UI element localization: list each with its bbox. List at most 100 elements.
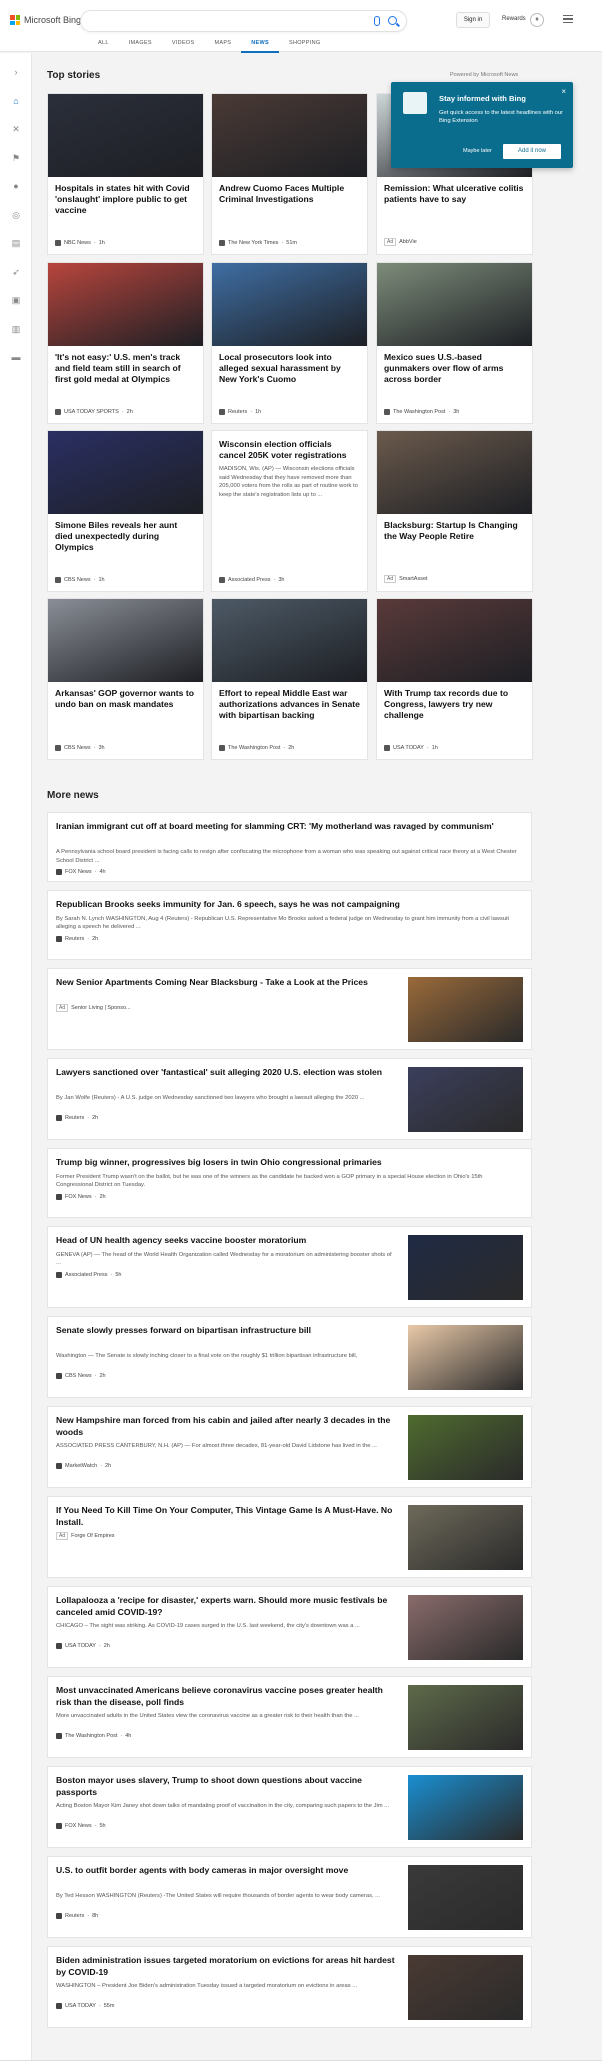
news-row[interactable]: Trump big winner, progressives big loser… bbox=[47, 1148, 532, 1218]
news-thumbnail[interactable] bbox=[408, 1955, 523, 2020]
news-thumbnail[interactable] bbox=[408, 1775, 523, 1840]
news-thumbnail[interactable] bbox=[408, 1325, 523, 1390]
news-row[interactable]: Republican Brooks seeks immunity for Jan… bbox=[47, 890, 532, 960]
news-headline[interactable]: Senate slowly presses forward on biparti… bbox=[56, 1325, 396, 1337]
story-card[interactable]: Effort to repeal Middle East war authori… bbox=[211, 598, 368, 760]
story-headline[interactable]: Local prosecutors look into alleged sexu… bbox=[212, 346, 367, 399]
story-card[interactable]: Local prosecutors look into alleged sexu… bbox=[211, 262, 368, 424]
close-icon[interactable]: × bbox=[561, 87, 566, 96]
story-card[interactable]: Hospitals in states hit with Covid 'onsl… bbox=[47, 93, 204, 255]
tab-shopping[interactable]: SHOPPING bbox=[279, 40, 330, 53]
news-thumbnail[interactable] bbox=[408, 1415, 523, 1480]
menu-hamburger-icon[interactable] bbox=[563, 15, 573, 23]
tab-videos[interactable]: VIDEOS bbox=[162, 40, 205, 53]
story-card[interactable]: Simone Biles reveals her aunt died unexp… bbox=[47, 430, 204, 592]
search-icon[interactable] bbox=[388, 16, 397, 25]
film-icon[interactable]: ▣ bbox=[11, 295, 21, 305]
news-row[interactable]: Biden administration issues targeted mor… bbox=[47, 1946, 532, 2028]
news-headline[interactable]: Biden administration issues targeted mor… bbox=[56, 1955, 396, 1978]
story-card[interactable]: Andrew Cuomo Faces Multiple Criminal Inv… bbox=[211, 93, 368, 255]
news-thumbnail[interactable] bbox=[408, 1595, 523, 1660]
search-input[interactable] bbox=[80, 10, 407, 32]
story-card[interactable]: With Trump tax records due to Congress, … bbox=[376, 598, 533, 760]
story-headline[interactable]: Effort to repeal Middle East war authori… bbox=[212, 682, 367, 735]
news-thumbnail[interactable] bbox=[408, 1235, 523, 1300]
story-headline[interactable]: Blacksburg: Startup Is Changing the Way … bbox=[377, 514, 532, 567]
news-headline[interactable]: Head of UN health agency seeks vaccine b… bbox=[56, 1235, 396, 1247]
rewards-trophy-icon[interactable]: ♦ bbox=[530, 13, 544, 27]
story-headline[interactable]: Wisconsin election officials cancel 205K… bbox=[212, 431, 367, 461]
maybe-later-button[interactable]: Maybe later bbox=[463, 148, 492, 154]
tab-maps[interactable]: MAPS bbox=[204, 40, 241, 53]
news-row[interactable]: Lollapalooza a 'recipe for disaster,' ex… bbox=[47, 1586, 532, 1668]
chart-icon[interactable]: ▤ bbox=[11, 238, 21, 248]
news-thumbnail[interactable] bbox=[408, 1505, 523, 1570]
rewards-link[interactable]: Rewards bbox=[502, 16, 526, 22]
news-headline[interactable]: New Senior Apartments Coming Near Blacks… bbox=[56, 977, 396, 989]
story-image[interactable] bbox=[377, 599, 532, 682]
bank-icon[interactable]: ▥ bbox=[11, 324, 21, 334]
story-headline[interactable]: With Trump tax records due to Congress, … bbox=[377, 682, 532, 735]
story-card[interactable]: Arkansas' GOP governor wants to undo ban… bbox=[47, 598, 204, 760]
story-image[interactable] bbox=[48, 599, 203, 682]
story-image[interactable] bbox=[212, 94, 367, 177]
story-image[interactable] bbox=[48, 263, 203, 346]
story-image[interactable] bbox=[377, 263, 532, 346]
story-image[interactable] bbox=[377, 431, 532, 514]
news-row[interactable]: U.S. to outfit border agents with body c… bbox=[47, 1856, 532, 1938]
home-icon[interactable]: ⌂ bbox=[11, 96, 21, 106]
flag-icon[interactable]: ⚑ bbox=[11, 153, 21, 163]
card-icon[interactable]: ▬ bbox=[11, 352, 21, 362]
story-headline[interactable]: 'It's not easy:' U.S. men's track and fi… bbox=[48, 346, 203, 399]
news-thumbnail[interactable] bbox=[408, 1067, 523, 1132]
microphone-icon[interactable] bbox=[374, 16, 380, 26]
chevron-right-icon[interactable]: › bbox=[11, 67, 21, 77]
add-extension-button[interactable]: Add it now bbox=[503, 144, 561, 159]
news-headline[interactable]: Republican Brooks seeks immunity for Jan… bbox=[56, 899, 521, 911]
news-headline[interactable]: U.S. to outfit border agents with body c… bbox=[56, 1865, 396, 1877]
news-headline[interactable]: Most unvaccinated Americans believe coro… bbox=[56, 1685, 396, 1708]
story-card[interactable]: Blacksburg: Startup Is Changing the Way … bbox=[376, 430, 533, 592]
news-row[interactable]: Boston mayor uses slavery, Trump to shoo… bbox=[47, 1766, 532, 1848]
story-headline[interactable]: Arkansas' GOP governor wants to undo ban… bbox=[48, 682, 203, 735]
news-headline[interactable]: If You Need To Kill Time On Your Compute… bbox=[56, 1505, 396, 1528]
story-card[interactable]: Wisconsin election officials cancel 205K… bbox=[211, 430, 368, 592]
sign-in-button[interactable]: Sign in bbox=[456, 12, 490, 28]
news-row[interactable]: Iranian immigrant cut off at board meeti… bbox=[47, 812, 532, 882]
story-card[interactable]: 'It's not easy:' U.S. men's track and fi… bbox=[47, 262, 204, 424]
rocket-icon[interactable]: ➶ bbox=[11, 267, 21, 277]
story-headline[interactable]: Hospitals in states hit with Covid 'onsl… bbox=[48, 177, 203, 230]
news-row[interactable]: Most unvaccinated Americans believe coro… bbox=[47, 1676, 532, 1758]
location-icon[interactable]: ● bbox=[11, 181, 21, 191]
news-thumbnail[interactable] bbox=[408, 977, 523, 1042]
news-row[interactable]: New Hampshire man forced from his cabin … bbox=[47, 1406, 532, 1488]
tab-news[interactable]: NEWS bbox=[241, 40, 279, 53]
news-row[interactable]: Senate slowly presses forward on biparti… bbox=[47, 1316, 532, 1398]
story-headline[interactable]: Andrew Cuomo Faces Multiple Criminal Inv… bbox=[212, 177, 367, 230]
news-headline[interactable]: Lollapalooza a 'recipe for disaster,' ex… bbox=[56, 1595, 396, 1618]
story-headline[interactable]: Remission: What ulcerative colitis patie… bbox=[377, 177, 532, 230]
news-row[interactable]: New Senior Apartments Coming Near Blacks… bbox=[47, 968, 532, 1050]
news-headline[interactable]: New Hampshire man forced from his cabin … bbox=[56, 1415, 396, 1438]
story-image[interactable] bbox=[212, 263, 367, 346]
news-headline[interactable]: Lawyers sanctioned over 'fantastical' su… bbox=[56, 1067, 396, 1079]
news-headline[interactable]: Boston mayor uses slavery, Trump to shoo… bbox=[56, 1775, 396, 1798]
news-thumbnail[interactable] bbox=[408, 1865, 523, 1930]
story-image[interactable] bbox=[212, 599, 367, 682]
news-headline[interactable]: Iranian immigrant cut off at board meeti… bbox=[56, 821, 521, 833]
news-headline[interactable]: Trump big winner, progressives big loser… bbox=[56, 1157, 521, 1169]
story-image[interactable] bbox=[48, 431, 203, 514]
tools-icon[interactable]: ✕ bbox=[11, 124, 21, 134]
story-card[interactable]: Mexico sues U.S.-based gunmakers over fl… bbox=[376, 262, 533, 424]
news-row[interactable]: Lawyers sanctioned over 'fantastical' su… bbox=[47, 1058, 532, 1140]
story-image[interactable] bbox=[48, 94, 203, 177]
news-row[interactable]: Head of UN health agency seeks vaccine b… bbox=[47, 1226, 532, 1308]
bing-logo[interactable]: Microsoft Bing bbox=[10, 15, 81, 25]
tab-images[interactable]: IMAGES bbox=[119, 40, 162, 53]
news-thumbnail[interactable] bbox=[408, 1685, 523, 1750]
tab-all[interactable]: ALL bbox=[88, 40, 119, 53]
story-headline[interactable]: Mexico sues U.S.-based gunmakers over fl… bbox=[377, 346, 532, 399]
news-row[interactable]: If You Need To Kill Time On Your Compute… bbox=[47, 1496, 532, 1578]
story-headline[interactable]: Simone Biles reveals her aunt died unexp… bbox=[48, 514, 203, 567]
globe-icon[interactable]: ◎ bbox=[11, 210, 21, 220]
